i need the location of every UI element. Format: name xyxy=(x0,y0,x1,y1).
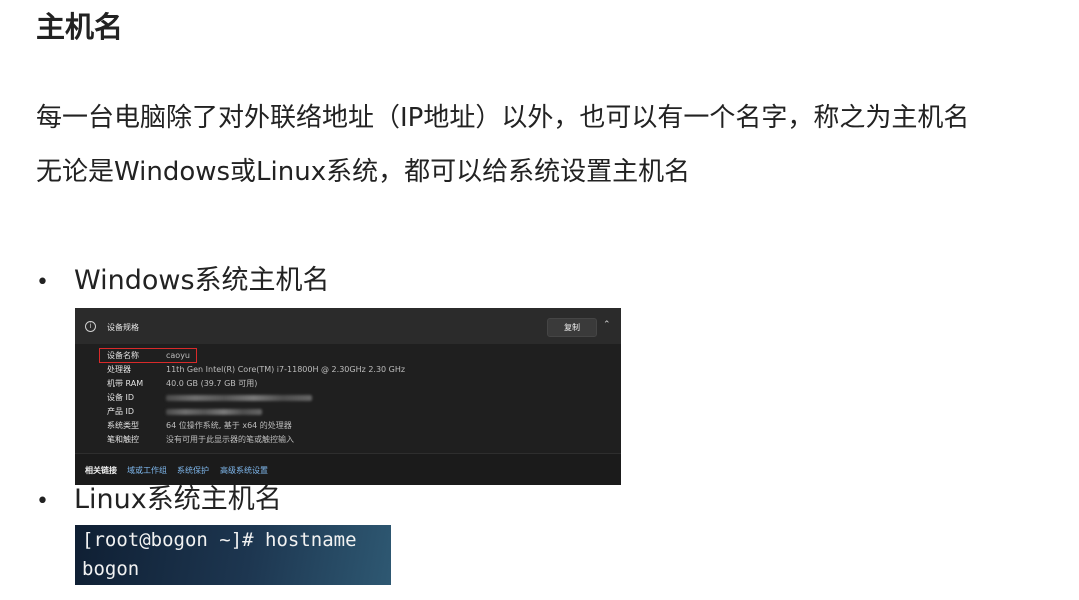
linux-terminal: [root@bogon ~]# hostname bogon xyxy=(75,525,391,585)
related-links-bar: 相关链接 域或工作组 系统保护 高级系统设置 xyxy=(75,453,621,485)
spec-row-ram: 机带 RAM 40.0 GB (39.7 GB 可用) xyxy=(107,378,257,390)
chevron-up-icon[interactable]: ⌃ xyxy=(603,320,611,330)
link-domain-workgroup[interactable]: 域或工作组 xyxy=(127,465,167,476)
spec-row-device-id: 设备 ID xyxy=(107,392,312,404)
spec-value-processor: 11th Gen Intel(R) Core(TM) i7-11800H @ 2… xyxy=(166,365,406,374)
panel-title: 设备规格 xyxy=(107,323,139,332)
panel-header[interactable]: i 设备规格 复制 ⌃ xyxy=(75,308,621,344)
spec-row-system-type: 系统类型 64 位操作系统, 基于 x64 的处理器 xyxy=(107,420,292,432)
spec-value-device-name: caoyu xyxy=(166,351,190,360)
bullet-marker: • xyxy=(36,270,49,295)
spec-key: 系统类型 xyxy=(107,421,139,430)
info-icon: i xyxy=(85,321,96,332)
bullet-linux: • Linux系统主机名 xyxy=(36,482,282,520)
link-system-protection[interactable]: 系统保护 xyxy=(177,465,209,476)
spec-row-processor: 处理器 11th Gen Intel(R) Core(TM) i7-11800H … xyxy=(107,364,405,376)
spec-row-pen-touch: 笔和触控 没有可用于此显示器的笔或触控输入 xyxy=(107,434,294,446)
paragraph-systems: 无论是Windows或Linux系统，都可以给系统设置主机名 xyxy=(36,157,691,187)
paragraph-intro: 每一台电脑除了对外联络地址（IP地址）以外，也可以有一个名字，称之为主机名 xyxy=(36,103,970,133)
copy-button[interactable]: 复制 xyxy=(547,318,597,337)
bullet-windows-label: Windows系统主机名 xyxy=(74,265,330,296)
bullet-linux-label: Linux系统主机名 xyxy=(74,484,282,515)
terminal-command-line: [root@bogon ~]# hostname xyxy=(82,529,357,551)
spec-value-ram: 40.0 GB (39.7 GB 可用) xyxy=(166,379,258,388)
spec-key: 机带 RAM xyxy=(107,379,144,388)
spec-value-pen-touch: 没有可用于此显示器的笔或触控输入 xyxy=(166,435,294,444)
link-advanced-system-settings[interactable]: 高级系统设置 xyxy=(220,465,268,476)
blurred-device-id xyxy=(166,394,312,401)
related-links-label: 相关链接 xyxy=(85,466,117,475)
spec-row-device-name: 设备名称 caoyu xyxy=(107,350,190,362)
spec-row-product-id: 产品 ID xyxy=(107,406,262,418)
blurred-product-id xyxy=(166,408,262,415)
bullet-marker: • xyxy=(36,489,49,514)
windows-device-specs-panel: i 设备规格 复制 ⌃ 设备名称 caoyu 处理器 11th Gen Intel(… xyxy=(75,308,621,485)
spec-key: 设备名称 xyxy=(107,351,139,360)
spec-key: 设备 ID xyxy=(107,393,135,402)
spec-value-system-type: 64 位操作系统, 基于 x64 的处理器 xyxy=(166,421,292,430)
spec-key: 笔和触控 xyxy=(107,435,139,444)
spec-key: 处理器 xyxy=(107,365,131,374)
page-title: 主机名 xyxy=(36,10,124,44)
terminal-output-line: bogon xyxy=(82,558,140,580)
bullet-windows: • Windows系统主机名 xyxy=(36,263,330,301)
spec-key: 产品 ID xyxy=(107,407,135,416)
